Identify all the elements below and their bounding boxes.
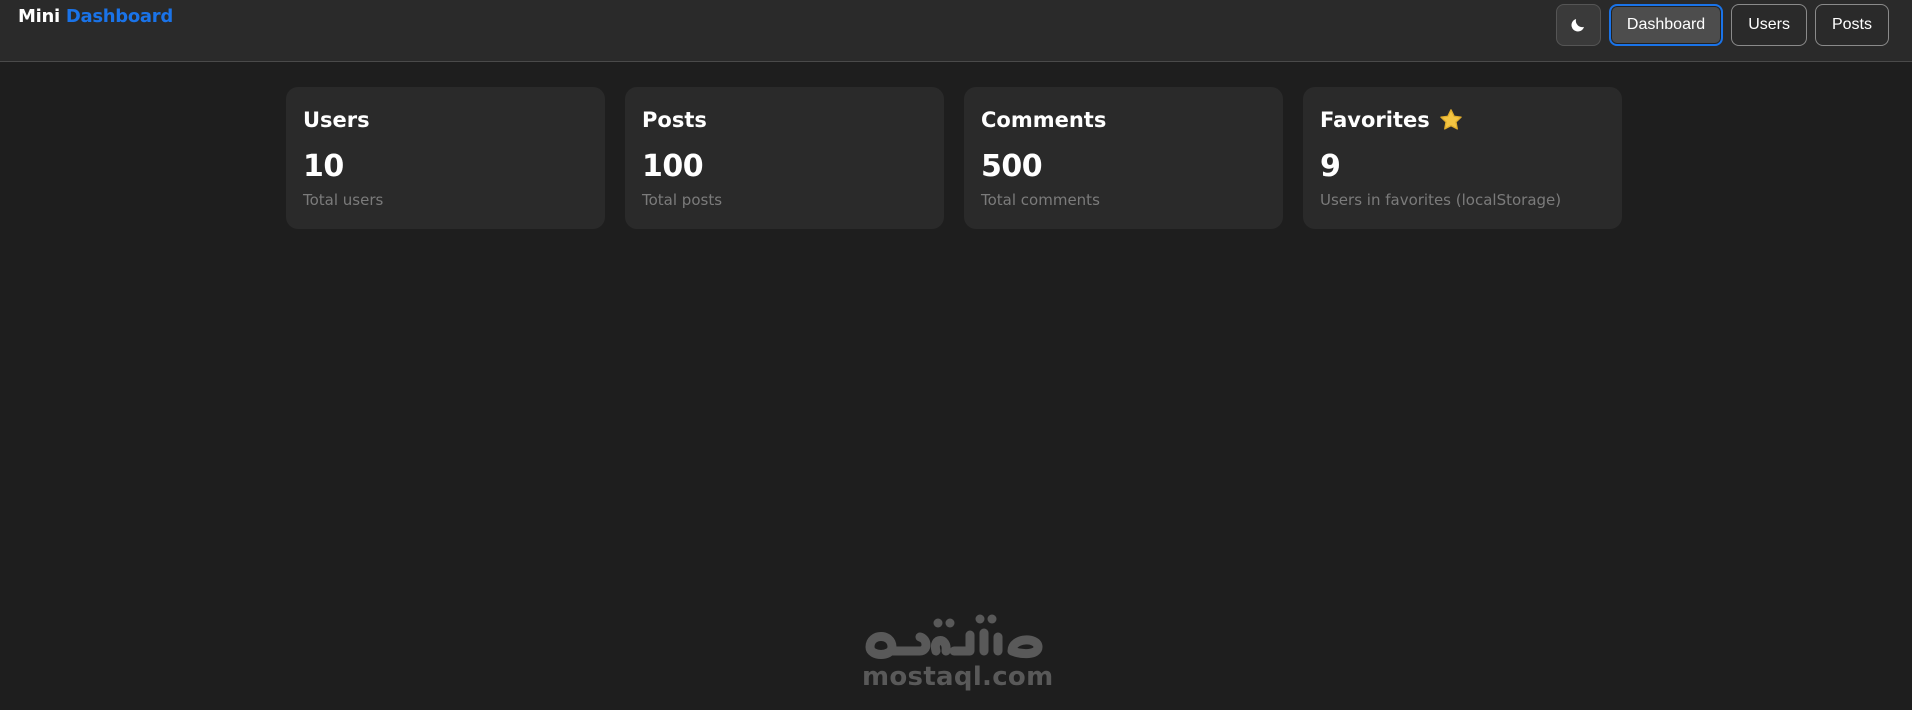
card-title-text: Comments [981, 108, 1107, 132]
mostaql-watermark: mostaql.com [862, 607, 1054, 697]
card-title-text: Posts [642, 108, 707, 132]
nav-dashboard-button[interactable]: Dashboard [1608, 4, 1724, 46]
card-subtitle: Users in favorites (localStorage) [1320, 191, 1562, 209]
card-subtitle: Total users [303, 191, 384, 209]
card-title: Favorites [1320, 105, 1605, 135]
nav-users-button[interactable]: Users [1731, 4, 1807, 46]
card-title-text: Users [303, 108, 370, 132]
card-subtitle: Total posts [642, 191, 723, 209]
card-subtitle: Total comments [981, 191, 1100, 209]
theme-toggle-button[interactable] [1555, 4, 1601, 46]
card-value: 10 [303, 149, 344, 184]
star-icon [1440, 109, 1462, 130]
card-value: 100 [642, 149, 704, 184]
mostaql-logo [865, 614, 1043, 659]
card-value: 9 [1320, 149, 1341, 184]
card-title-text: Favorites [1320, 108, 1430, 132]
card-title: Comments [981, 105, 1266, 135]
moon-icon [1571, 19, 1585, 32]
stat-card-users: Users 10 Total users [286, 87, 605, 229]
card-value: 500 [981, 149, 1043, 184]
card-title: Users [303, 105, 588, 135]
top-navbar: Mini Dashboard Dashboard Users Posts [0, 0, 1912, 62]
brand-part-dashboard: Dashboard [65, 6, 173, 27]
main-nav: Dashboard Users Posts [1555, 4, 1889, 46]
stat-card-comments: Comments 500 Total comments [964, 87, 1283, 229]
brand-part-mini: Mini [18, 6, 60, 27]
card-title: Posts [642, 105, 927, 135]
stat-card-posts: Posts 100 Total posts [625, 87, 944, 229]
stats-cards: Users 10 Total users Posts 100 Total pos… [286, 87, 1622, 229]
stat-card-favorites: Favorites 9 Users in favorites (localSto… [1303, 87, 1622, 229]
brand-logo[interactable]: Mini Dashboard [18, 6, 173, 27]
nav-posts-button[interactable]: Posts [1814, 4, 1889, 46]
watermark-text: mostaql.com [862, 662, 1054, 692]
